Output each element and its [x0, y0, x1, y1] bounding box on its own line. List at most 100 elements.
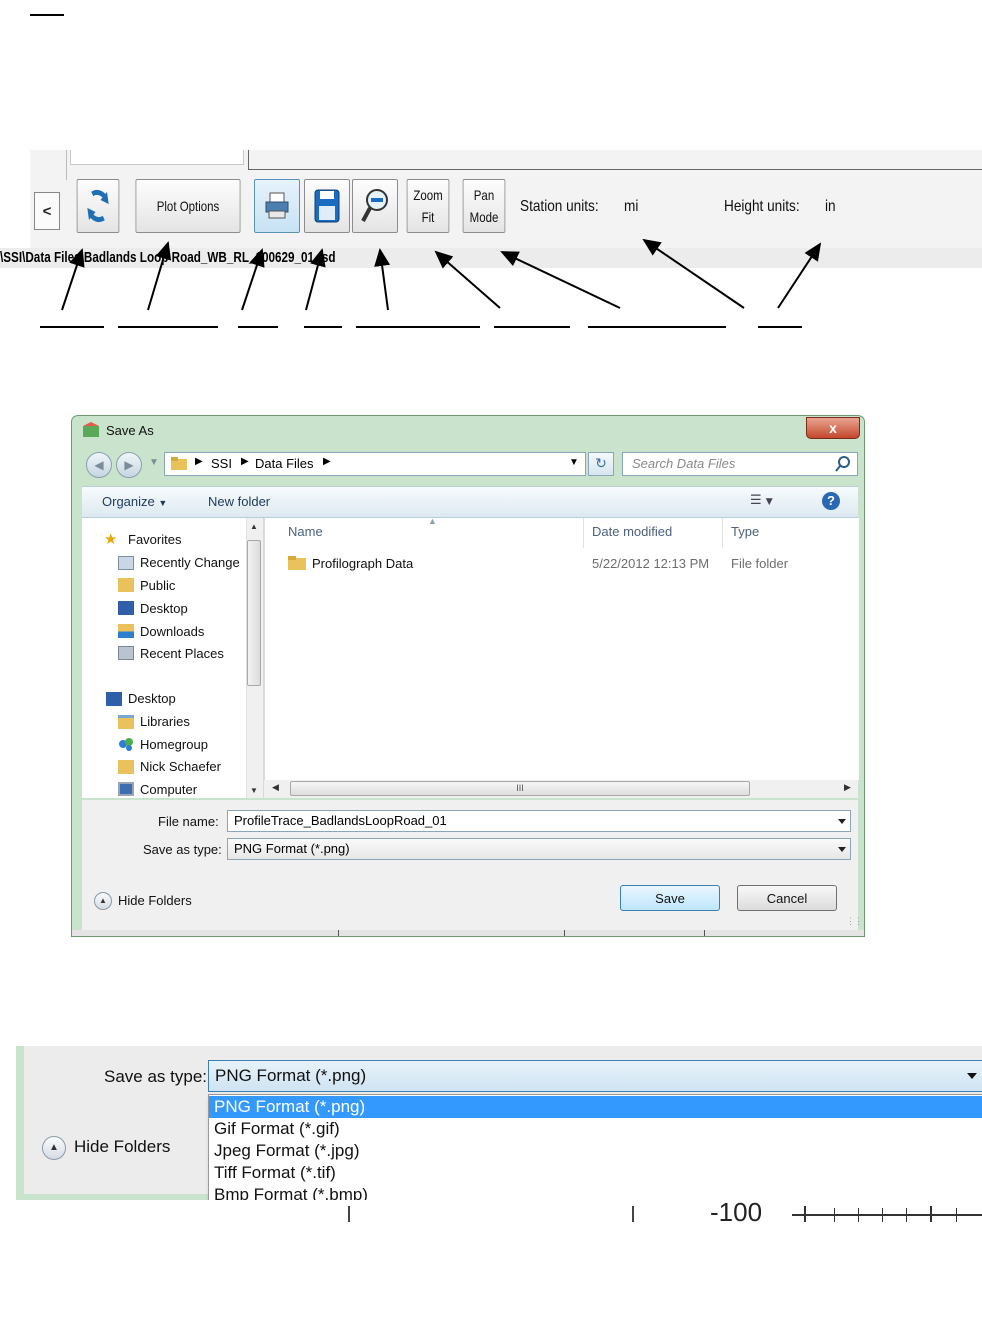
desktop-icon	[106, 692, 122, 706]
star-icon: ★	[104, 531, 118, 548]
nav-favorites[interactable]: Favorites	[128, 532, 181, 547]
option-gif[interactable]: Gif Format (*.gif)	[209, 1118, 982, 1140]
refresh-location-icon[interactable]: ↻	[588, 452, 614, 476]
blank-underline	[304, 326, 342, 328]
option-png[interactable]: PNG Format (*.png)	[209, 1096, 982, 1118]
desktop-icon	[118, 601, 134, 615]
nav-recently-changed[interactable]: Recently Change	[140, 555, 240, 570]
nav-public[interactable]: Public	[140, 578, 175, 593]
option-jpeg[interactable]: Jpeg Format (*.jpg)	[209, 1140, 982, 1162]
axis-tick	[930, 1206, 932, 1222]
chevron-down-icon[interactable]	[838, 819, 846, 824]
column-name[interactable]: Name	[288, 524, 323, 539]
command-bar: Organize ▼ New folder ☰ ▼ ?	[82, 486, 858, 518]
chevron-down-icon: ▼	[158, 498, 168, 508]
scroll-up-icon[interactable]: ▲	[250, 522, 258, 531]
recent-changes-icon	[118, 556, 134, 570]
hscroll-thumb[interactable]: III	[290, 781, 750, 796]
nav-scroll-thumb[interactable]	[247, 540, 261, 686]
arrow-zoom	[374, 248, 391, 311]
organize-button[interactable]: Organize ▼	[102, 494, 167, 509]
folder-icon	[171, 457, 187, 470]
search-icon[interactable]	[835, 456, 851, 472]
column-divider[interactable]	[583, 518, 584, 548]
nav-libraries[interactable]: Libraries	[140, 714, 190, 729]
scroll-down-icon[interactable]: ▼	[250, 786, 258, 795]
search-input[interactable]: Search Data Files	[622, 452, 858, 476]
save-type-selected: PNG Format (*.png)	[215, 1066, 367, 1085]
file-name-input[interactable]: ProfileTrace_BadlandsLoopRoad_01	[227, 810, 851, 832]
libraries-icon	[118, 715, 134, 729]
blank-underline	[40, 326, 104, 328]
view-options-icon[interactable]: ☰ ▼	[750, 493, 773, 508]
scroll-left-icon[interactable]: ◀	[272, 782, 279, 793]
nav-homegroup[interactable]: Homegroup	[140, 737, 208, 752]
file-row[interactable]: Profilograph Data 5/22/2012 12:13 PM Fil…	[270, 552, 850, 574]
option-tiff[interactable]: Tiff Format (*.tif)	[209, 1162, 982, 1184]
hide-folders-link[interactable]: Hide Folders	[118, 893, 192, 908]
nav-computer[interactable]: Computer	[140, 782, 197, 797]
nav-downloads[interactable]: Downloads	[140, 624, 204, 639]
chevron-down-icon[interactable]	[838, 847, 846, 852]
blank-underline	[238, 326, 278, 328]
save-type-select-large[interactable]: PNG Format (*.png)	[208, 1060, 982, 1092]
chevron-up-icon[interactable]: ▲	[94, 892, 112, 910]
axis-tick	[882, 1208, 883, 1222]
address-dropdown-icon[interactable]: ▼	[569, 457, 579, 468]
sort-ascending-icon: ▲	[428, 516, 437, 526]
user-folder-icon	[118, 760, 134, 774]
axis-tick	[956, 1208, 957, 1222]
organize-label: Organize	[102, 494, 155, 509]
cancel-button[interactable]: Cancel	[737, 885, 837, 911]
save-type-label: Save as type:	[143, 842, 222, 857]
annotation-arrows	[61, 238, 822, 311]
nav-user[interactable]: Nick Schaefer	[140, 759, 221, 774]
computer-icon	[118, 782, 134, 796]
resize-grip-icon[interactable]: ⋮⋮	[846, 916, 863, 927]
arrow-pan-mode	[500, 251, 621, 309]
background-chart-strip	[72, 930, 864, 936]
nav-desktop-favorite[interactable]: Desktop	[140, 601, 188, 616]
recent-pages-chevron-icon[interactable]: ▼	[149, 457, 159, 468]
downloads-icon	[118, 624, 134, 638]
breadcrumb-item-data-files[interactable]: Data Files	[255, 456, 314, 471]
axis-tick	[906, 1208, 907, 1222]
column-type[interactable]: Type	[731, 524, 759, 539]
chevron-down-icon[interactable]	[967, 1073, 977, 1079]
back-nav-icon[interactable]: ◀	[86, 452, 112, 478]
breadcrumb-separator-icon: ▶	[323, 456, 331, 467]
arrow-height-units	[777, 242, 822, 309]
save-type-select[interactable]: PNG Format (*.png)	[227, 838, 851, 860]
help-icon[interactable]: ?	[822, 492, 840, 510]
file-name-cell: Profilograph Data	[312, 556, 414, 571]
arrow-station-units	[642, 238, 745, 309]
arrow-plot-options	[147, 241, 172, 311]
axis-tick	[834, 1208, 835, 1222]
hide-folders-link-large[interactable]: Hide Folders	[74, 1137, 170, 1157]
blank-underline	[758, 326, 802, 328]
arrow-zoom-fit	[434, 250, 501, 309]
grid-line	[348, 1206, 350, 1222]
column-divider[interactable]	[722, 518, 723, 548]
close-button[interactable]: x	[806, 417, 860, 439]
scroll-right-icon[interactable]: ▶	[844, 782, 851, 793]
save-button[interactable]: Save	[620, 885, 720, 911]
new-folder-button[interactable]: New folder	[208, 494, 270, 509]
folder-icon	[288, 556, 306, 570]
chevron-up-icon[interactable]: ▲	[42, 1136, 66, 1160]
column-date-modified[interactable]: Date modified	[592, 524, 672, 539]
breadcrumb-separator-icon: ▶	[241, 456, 249, 467]
file-date-cell: 5/22/2012 12:13 PM	[592, 556, 710, 571]
nav-desktop[interactable]: Desktop	[128, 691, 176, 706]
nav-recent-places[interactable]: Recent Places	[140, 646, 224, 661]
breadcrumb-separator-icon: ▶	[195, 456, 203, 467]
arrow-save	[305, 248, 326, 311]
breadcrumb-item-ssi[interactable]: SSI	[211, 456, 232, 471]
address-bar[interactable]: ▶ SSI ▶ Data Files ▶ ▼	[164, 452, 586, 476]
dialog-title: Save As	[106, 423, 154, 438]
save-type-options-list: PNG Format (*.png) Gif Format (*.gif) Jp…	[208, 1094, 982, 1208]
file-name-value: ProfileTrace_BadlandsLoopRoad_01	[234, 813, 447, 828]
homegroup-icon	[118, 737, 134, 751]
search-placeholder: Search Data Files	[632, 456, 736, 471]
forward-nav-icon[interactable]: ▶	[116, 452, 142, 478]
